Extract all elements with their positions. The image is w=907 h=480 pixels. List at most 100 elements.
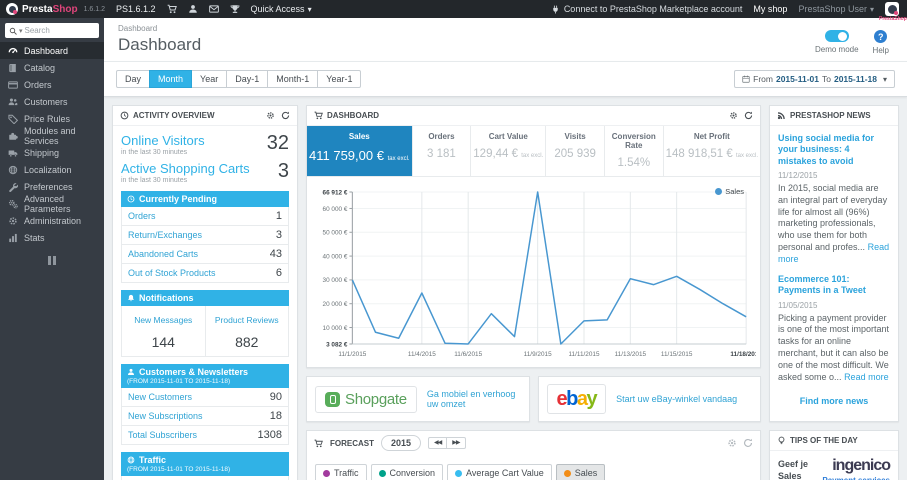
- bell-icon: [127, 294, 135, 302]
- orders-icon: [8, 80, 18, 90]
- new-subscriptions-link[interactable]: New Subscriptions: [128, 411, 203, 421]
- forecast-legend-traffic[interactable]: Traffic: [315, 464, 367, 480]
- prestashop-logo[interactable]: PrestaShop 1.6.1.2: [6, 3, 105, 15]
- date-range-picker[interactable]: From 2015-11-01 To 2015-11-18: [734, 70, 895, 88]
- list-item: Total Subscribers 1308: [128, 429, 282, 441]
- forecast-panel-title: FORECAST: [330, 438, 374, 448]
- sidebar-item-orders[interactable]: Orders: [0, 76, 104, 93]
- new-customers-link[interactable]: New Customers: [128, 392, 192, 402]
- range-month-1-button[interactable]: Month-1: [267, 70, 319, 88]
- stats-icon: [8, 233, 18, 243]
- find-more-news-link[interactable]: Find more news: [778, 396, 890, 406]
- sidebar-item-preferences[interactable]: Preferences: [0, 178, 104, 195]
- search-input[interactable]: [24, 26, 83, 35]
- sidebar-item-shipping[interactable]: Shipping: [0, 144, 104, 161]
- refresh-icon[interactable]: [744, 111, 753, 120]
- customers-newsletters-header: Customers & Newsletters (FROM 2015-11-01…: [121, 364, 289, 388]
- new-messages-link[interactable]: New Messages: [134, 315, 192, 325]
- customer-icon[interactable]: [188, 4, 198, 14]
- notifications-header: Notifications: [121, 290, 289, 306]
- shopgate-ad: Shopgate Ga mobiel en verhoog uw omzet: [306, 376, 530, 422]
- kpi-tab-conversion-rate[interactable]: Conversion Rate 1.54%: [605, 126, 664, 176]
- news-article-date: 11/05/2015: [778, 300, 818, 310]
- range-month-button[interactable]: Month: [149, 70, 193, 88]
- forecast-legend-average-cart-value[interactable]: Average Cart Value: [447, 464, 552, 480]
- svg-text:20 000 €: 20 000 €: [323, 301, 348, 308]
- sidebar-item-modules[interactable]: Modules and Services: [0, 126, 104, 146]
- traffic-header: Traffic (FROM 2015-11-01 TO 2015-11-18): [121, 452, 289, 476]
- sidebar-item-stats[interactable]: Stats: [0, 229, 104, 246]
- gear-icon[interactable]: [729, 111, 738, 120]
- forecast-legend-sales[interactable]: Sales: [555, 464, 606, 480]
- my-shop-link[interactable]: My shop: [753, 4, 787, 14]
- svg-text:11/4/2015: 11/4/2015: [408, 351, 436, 358]
- sidebar-menu: Dashboard Catalog Orders Customers Price…: [0, 42, 104, 246]
- shipping-icon: [8, 148, 18, 158]
- refresh-icon[interactable]: [743, 438, 753, 448]
- list-item: Out of Stock Products 6: [128, 267, 282, 279]
- range-day-1-button[interactable]: Day-1: [226, 70, 269, 88]
- ingenico-logo: ingenico Payment services: [822, 456, 891, 480]
- pending-orders-link[interactable]: Orders: [128, 211, 156, 221]
- sidebar-item-catalog[interactable]: Catalog: [0, 59, 104, 76]
- dashboard-panel: DASHBOARD Sales 411 759,00 € tax excl. Or…: [306, 105, 763, 368]
- kpi-tab-visits[interactable]: Visits 205 939: [546, 126, 605, 176]
- sidebar-item-localization[interactable]: Localization: [0, 161, 104, 178]
- pending-returns-link[interactable]: Return/Exchanges: [128, 230, 202, 240]
- demo-mode-toggle[interactable]: [824, 30, 849, 42]
- dashboard-panel-title: DASHBOARD: [327, 111, 379, 120]
- activity-panel-title: ACTIVITY OVERVIEW: [133, 111, 215, 120]
- forecast-prev-button[interactable]: ◀◀: [428, 437, 448, 449]
- abandoned-carts-link[interactable]: Abandoned Carts: [128, 249, 198, 259]
- kpi-tab-orders[interactable]: Orders 3 181: [413, 126, 472, 176]
- range-day-button[interactable]: Day: [116, 70, 151, 88]
- sidebar-item-customers[interactable]: Customers: [0, 93, 104, 110]
- forecast-next-button[interactable]: ▶▶: [446, 437, 466, 449]
- ebay-link[interactable]: Start uw eBay-winkel vandaag: [616, 394, 737, 404]
- kpi-tab-net-profit[interactable]: Net Profit 148 918,51 € tax excl.: [664, 126, 760, 176]
- quick-access-menu[interactable]: Quick Access: [251, 4, 312, 14]
- forecast-legend-conversion[interactable]: Conversion: [370, 464, 444, 480]
- breadcrumb: Dashboard: [118, 24, 158, 33]
- sidebar-item-price-rules[interactable]: Price Rules: [0, 110, 104, 127]
- search-scope-caret-icon[interactable]: ▾: [19, 27, 23, 35]
- help-icon[interactable]: ?: [874, 30, 888, 43]
- range-year-button[interactable]: Year: [191, 70, 228, 88]
- kpi-tab-sales[interactable]: Sales 411 759,00 € tax excl.: [307, 126, 413, 176]
- news-article-title[interactable]: Using social media for your business: 4 …: [778, 133, 890, 167]
- range-year-1-button[interactable]: Year-1: [317, 70, 362, 88]
- globe-icon: [127, 456, 135, 464]
- gear-icon[interactable]: [727, 438, 737, 448]
- cart-icon[interactable]: [167, 4, 177, 14]
- svg-text:11/1/2015: 11/1/2015: [338, 351, 366, 358]
- total-subscribers-link[interactable]: Total Subscribers: [128, 430, 197, 440]
- refresh-icon[interactable]: [281, 111, 290, 120]
- product-reviews-link[interactable]: Product Reviews: [215, 315, 279, 325]
- shopgate-link[interactable]: Ga mobiel en verhoog uw omzet: [427, 389, 521, 409]
- trophy-icon[interactable]: [230, 4, 240, 14]
- chart-legend[interactable]: Sales: [715, 187, 744, 196]
- online-visitors-label[interactable]: Online Visitors: [121, 133, 205, 148]
- kpi-tab-cart-value[interactable]: Cart Value 129,44 € tax excl.: [471, 126, 547, 176]
- out-of-stock-link[interactable]: Out of Stock Products: [128, 268, 216, 278]
- marketplace-link[interactable]: Connect to PrestaShop Marketplace accoun…: [551, 4, 742, 14]
- gear-icon[interactable]: [266, 111, 275, 120]
- topbar: PrestaShop 1.6.1.2 PS1.6.1.2 Quick Acces…: [0, 0, 907, 22]
- messages-icon[interactable]: [209, 4, 219, 14]
- sidebar-item-advanced-parameters[interactable]: Advanced Parameters: [0, 194, 104, 214]
- news-article-title[interactable]: Ecommerce 101: Payments in a Tweet: [778, 274, 890, 297]
- sidebar-item-administration[interactable]: Administration: [0, 212, 104, 229]
- sidebar-item-dashboard[interactable]: Dashboard: [0, 42, 104, 59]
- active-carts-value: 3: [277, 160, 289, 182]
- cart-icon: [314, 111, 323, 120]
- list-item: Return/Exchanges 3: [122, 226, 288, 245]
- customers-icon: [8, 97, 18, 107]
- read-more-link[interactable]: Read more: [844, 372, 889, 382]
- active-carts-label[interactable]: Active Shopping Carts: [121, 161, 250, 176]
- sales-line-chart: 11/1/2015 11/4/2015 11/6/2015 11/9/2015 11/1…: [323, 189, 763, 358]
- logo-text: Presta: [22, 3, 53, 15]
- sidebar-search[interactable]: ▾: [5, 23, 99, 38]
- sidebar-collapse-button[interactable]: [48, 256, 56, 265]
- user-menu[interactable]: PrestaShop User: [798, 4, 874, 14]
- avatar[interactable]: PrestaShop: [879, 2, 907, 22]
